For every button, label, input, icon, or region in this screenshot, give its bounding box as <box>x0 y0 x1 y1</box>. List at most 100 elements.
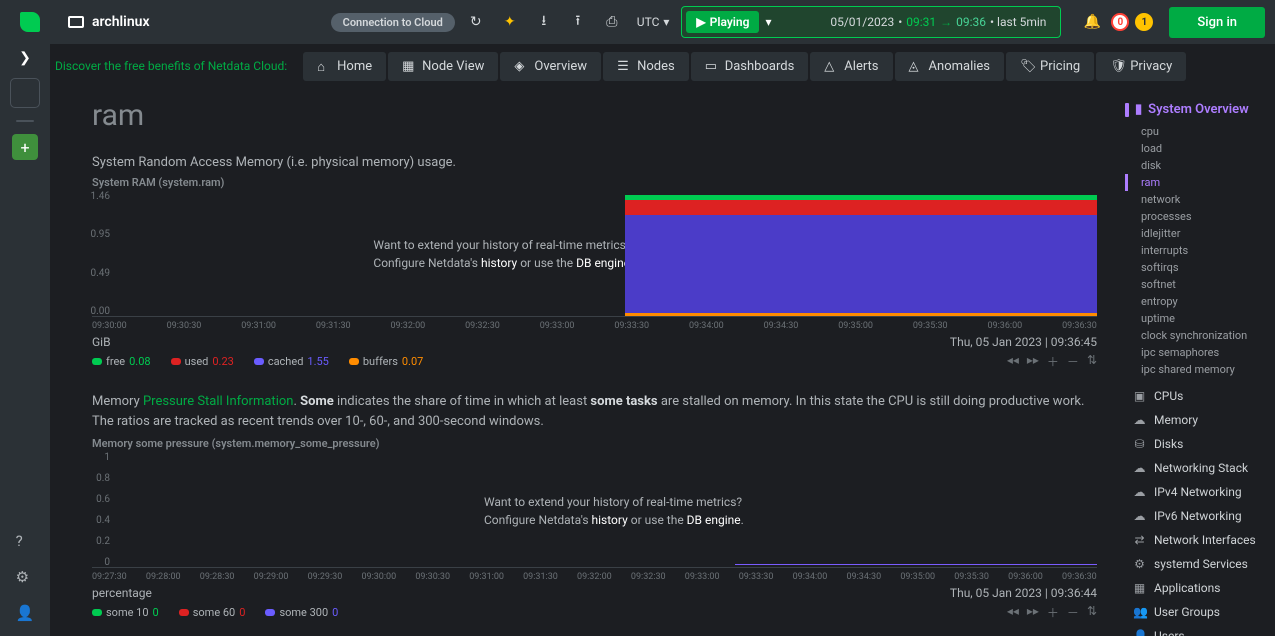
list-icon: ☰ <box>617 59 631 73</box>
alerts-critical-badge[interactable]: 0 <box>1111 13 1129 31</box>
rn-item-ram[interactable]: ram <box>1125 174 1267 191</box>
legend-some300[interactable]: some 300 0 <box>265 604 338 621</box>
chart-hint: Want to extend your history of real-time… <box>484 493 744 529</box>
play-dropdown[interactable]: ▾ <box>759 15 777 29</box>
rn-group-networking-stack[interactable]: ☁Networking Stack <box>1133 456 1267 480</box>
rn-item-cpu[interactable]: cpu <box>1133 123 1267 140</box>
dashboard-icon: ▭ <box>705 59 719 73</box>
chart-zoomin-icon[interactable]: ＋ <box>1047 604 1059 621</box>
alert-icon: △ <box>824 59 838 73</box>
layers-icon: ◈ <box>514 59 528 73</box>
rn-group-applications[interactable]: ▦Applications <box>1133 576 1267 600</box>
chart-zoomout-icon[interactable]: － <box>1067 604 1079 621</box>
psi-desc: Memory Pressure Stall Information. Some … <box>92 392 1097 431</box>
chart-fwd-icon[interactable]: ▸▸ <box>1027 353 1039 370</box>
benefits-link[interactable]: Discover the free benefits of Netdata Cl… <box>55 59 287 73</box>
rn-item-processes[interactable]: processes <box>1133 208 1267 225</box>
legend-buffers[interactable]: buffers 0.07 <box>349 353 423 370</box>
rn-group-network-interfaces[interactable]: ⇄Network Interfaces <box>1133 528 1267 552</box>
chart-ram-timestamp: Thu, 05 Jan 2023 | 09:36:45 <box>950 335 1097 349</box>
legend-some10[interactable]: some 10 0 <box>92 604 159 621</box>
connection-cloud-pill[interactable]: Connection to Cloud <box>331 13 455 32</box>
netdata-logo-icon[interactable] <box>20 12 40 32</box>
sign-in-button[interactable]: Sign in <box>1169 7 1265 38</box>
cloud-nav: Discover the free benefits of Netdata Cl… <box>0 44 1275 88</box>
rn-item-uptime[interactable]: uptime <box>1133 310 1267 327</box>
chart-pressure-xaxis: 09:27:3009:28:0009:28:3009:29:0009:29:30… <box>92 572 1097 582</box>
rn-item-softnet[interactable]: softnet <box>1133 276 1267 293</box>
rn-group-cpus[interactable]: ▣CPUs <box>1133 384 1267 408</box>
expand-rail-icon[interactable]: ❯ <box>19 50 31 66</box>
rn-group-ipv4-networking[interactable]: ☁IPv4 Networking <box>1133 480 1267 504</box>
rn-item-softirqs[interactable]: softirqs <box>1133 259 1267 276</box>
chart-ram-unit: GiB <box>92 335 111 349</box>
nav-nodeview[interactable]: ▦Node View <box>388 52 498 81</box>
chart-fwd-icon[interactable]: ▸▸ <box>1027 604 1039 621</box>
legend-free[interactable]: free 0.08 <box>92 353 151 370</box>
chart-hint: Want to extend your history of real-time… <box>373 236 633 272</box>
nav-alerts[interactable]: △Alerts <box>810 52 892 81</box>
group-icon: ▦ <box>1133 581 1146 595</box>
nav-overview[interactable]: ◈Overview <box>500 52 601 81</box>
rn-item-network[interactable]: network <box>1133 191 1267 208</box>
chart-ram[interactable]: 1.460.950.490.00 Want to extend your his… <box>92 191 1097 331</box>
rn-item-entropy[interactable]: entropy <box>1133 293 1267 310</box>
chart-resize-icon[interactable]: ⇅ <box>1087 353 1097 370</box>
download-icon[interactable]: ⭳ <box>531 9 557 35</box>
play-button[interactable]: ▶Playing <box>686 11 759 33</box>
time-range-picker[interactable]: 05/01/2023 • 09:31 → 09:36 • last 5min <box>830 15 1056 29</box>
chart-zoomin-icon[interactable]: ＋ <box>1047 353 1059 370</box>
space-icon[interactable] <box>10 78 40 108</box>
section-desc: System Random Access Memory (i.e. physic… <box>92 155 1097 170</box>
refresh-icon[interactable]: ↻ <box>463 9 489 35</box>
monitor-icon <box>68 16 84 28</box>
rn-item-load[interactable]: load <box>1133 140 1267 157</box>
section-title: ram <box>92 98 1097 133</box>
psi-link[interactable]: Pressure Stall Information <box>143 394 294 409</box>
settings-icon[interactable]: ⚙ <box>16 568 35 586</box>
chart-pressure-title: Memory some pressure (system.memory_some… <box>92 437 1097 450</box>
rn-item-ipc-shared-memory[interactable]: ipc shared memory <box>1133 361 1267 378</box>
rn-group-users[interactable]: 👤Users <box>1133 624 1267 636</box>
rn-item-disk[interactable]: disk <box>1133 157 1267 174</box>
upload-icon[interactable]: ⭱ <box>565 9 591 35</box>
rn-item-ipc-semaphores[interactable]: ipc semaphores <box>1133 344 1267 361</box>
nav-nodes[interactable]: ☰Nodes <box>603 52 689 81</box>
rn-group-ipv6-networking[interactable]: ☁IPv6 Networking <box>1133 504 1267 528</box>
rn-group-memory[interactable]: ☁Memory <box>1133 408 1267 432</box>
nav-dashboards[interactable]: ▭Dashboards <box>691 52 809 81</box>
legend-cached[interactable]: cached 1.55 <box>254 353 329 370</box>
legend-used[interactable]: used 0.23 <box>171 353 234 370</box>
rn-item-clock-synchronization[interactable]: clock synchronization <box>1133 327 1267 344</box>
user-icon[interactable]: 👤 <box>16 604 35 622</box>
rn-group-disks[interactable]: ⛁Disks <box>1133 432 1267 456</box>
chart-pressure[interactable]: 10.80.60.40.20 Want to extend your histo… <box>92 452 1097 582</box>
content-area: ram System Random Access Memory (i.e. ph… <box>50 88 1125 636</box>
lightbulb-icon[interactable]: ✦ <box>497 9 523 35</box>
help-icon[interactable]: ? <box>16 532 35 550</box>
nav-pricing[interactable]: 🏷Pricing <box>1006 52 1094 81</box>
legend-some60[interactable]: some 60 0 <box>179 604 246 621</box>
group-icon: 👤 <box>1133 629 1146 636</box>
chart-zoomout-icon[interactable]: － <box>1067 353 1079 370</box>
rn-group-systemd-services[interactable]: ⚙systemd Services <box>1133 552 1267 576</box>
add-space-button[interactable]: + <box>12 134 38 160</box>
chart-resize-icon[interactable]: ⇅ <box>1087 604 1097 621</box>
nav-anomalies[interactable]: ◬Anomalies <box>895 52 1004 81</box>
nav-home[interactable]: ⌂Home <box>303 52 386 81</box>
chart-back-icon[interactable]: ◂◂ <box>1007 604 1019 621</box>
rn-group-user-groups[interactable]: 👥User Groups <box>1133 600 1267 624</box>
nav-privacy[interactable]: 🛡Privacy <box>1096 52 1186 81</box>
chart-pressure-unit: percentage <box>92 586 152 600</box>
rn-item-interrupts[interactable]: interrupts <box>1133 242 1267 259</box>
group-icon: ⇄ <box>1133 533 1146 547</box>
chart-back-icon[interactable]: ◂◂ <box>1007 353 1019 370</box>
timezone-selector[interactable]: UTC▾ <box>633 15 674 29</box>
rn-head-system-overview[interactable]: ▮System Overview <box>1133 102 1267 117</box>
print-icon[interactable]: ⎙ <box>599 9 625 35</box>
rn-item-idlejitter[interactable]: idlejitter <box>1133 225 1267 242</box>
alerts-warning-badge[interactable]: 1 <box>1135 13 1153 31</box>
host-selector[interactable]: archlinux <box>58 10 160 34</box>
chart-ram-title: System RAM (system.ram) <box>92 176 1097 189</box>
bell-icon[interactable]: 🔔 <box>1079 9 1105 35</box>
